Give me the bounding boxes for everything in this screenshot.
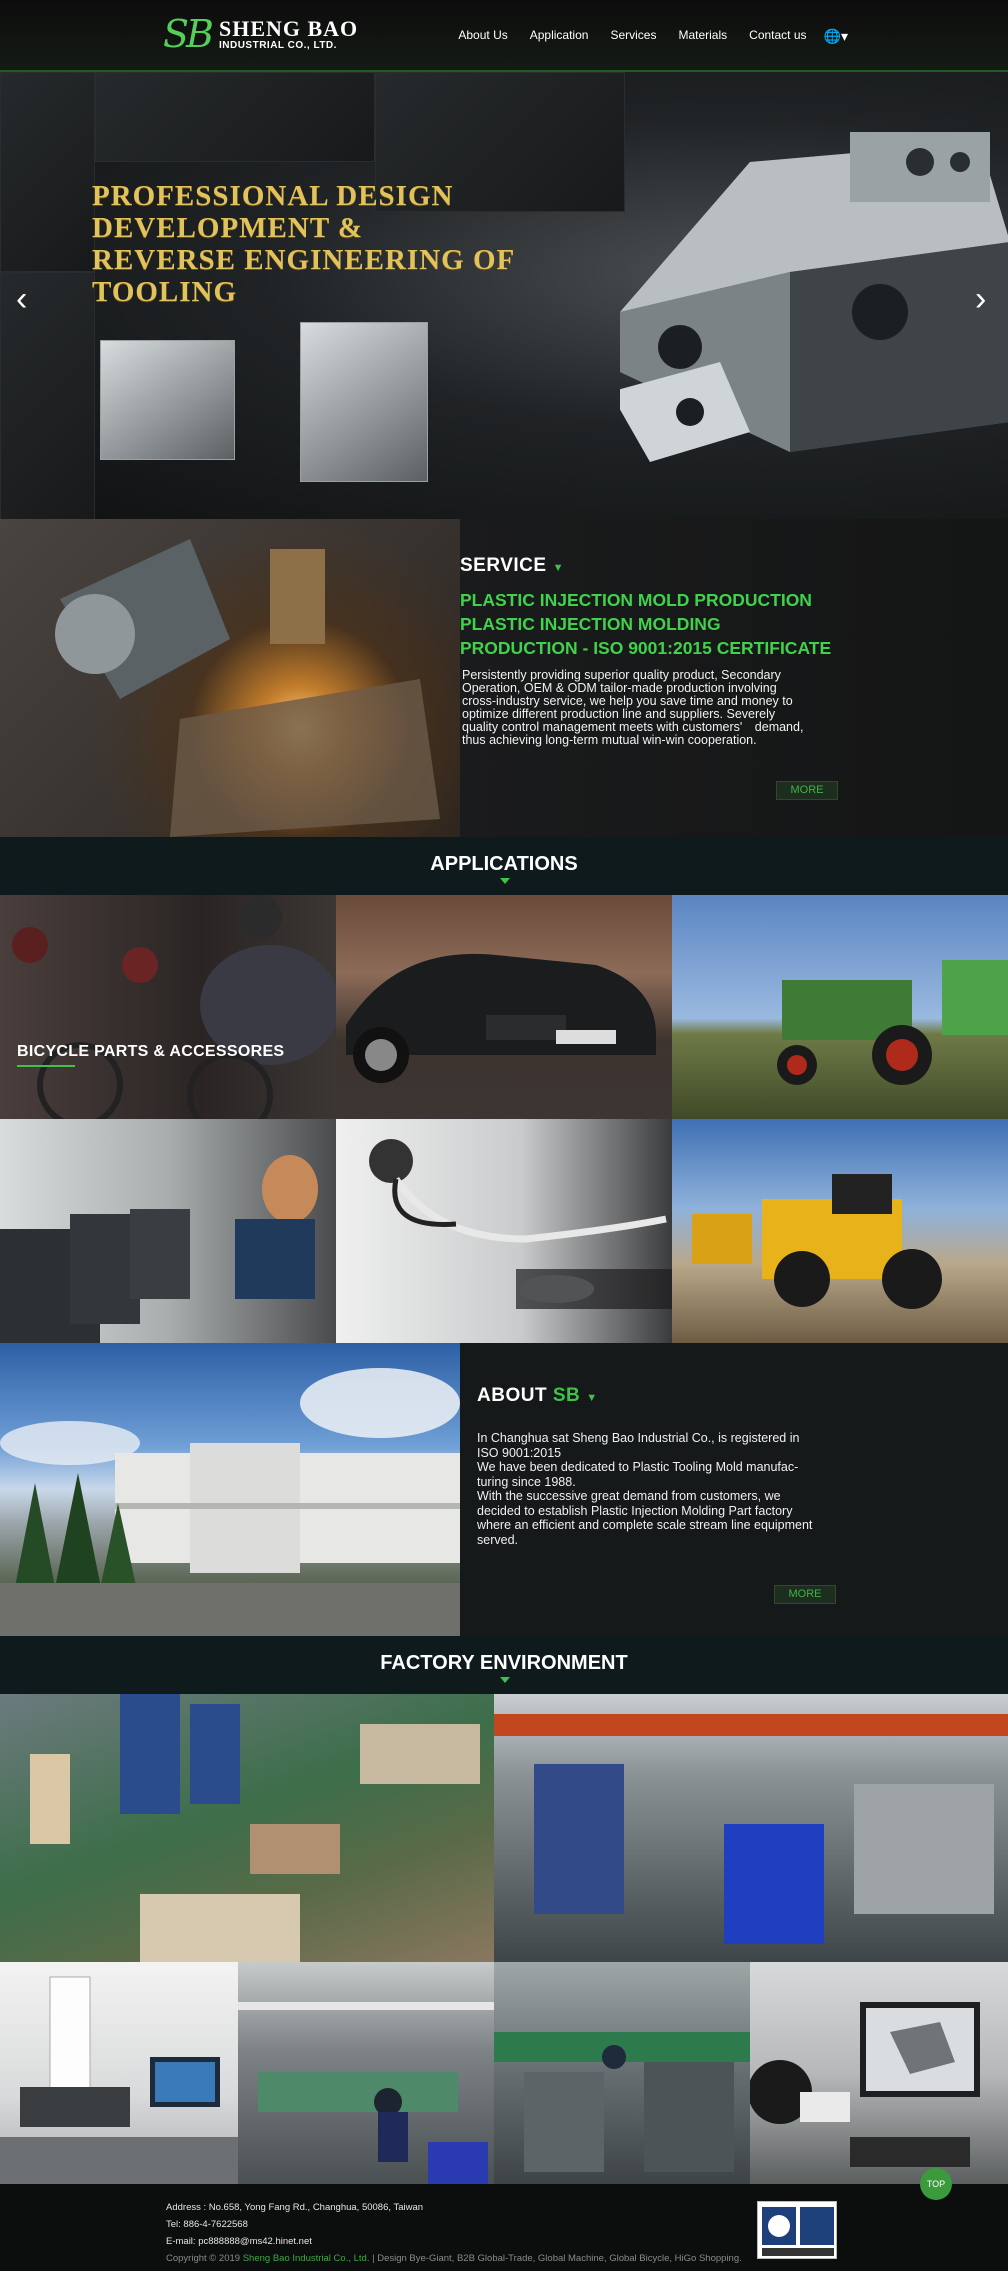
- chevron-right-icon[interactable]: ›: [975, 282, 986, 316]
- page: SB SHENG BAO INDUSTRIAL CO., LTD. About …: [0, 0, 1008, 2271]
- company-link[interactable]: Sheng Bao Industrial Co., Ltd.: [243, 2253, 370, 2264]
- logo-mark: SB: [163, 12, 214, 56]
- factory-photo-production-line[interactable]: [494, 1694, 1008, 1962]
- footer-tel: Tel: 886-4-7622568: [166, 2219, 248, 2230]
- app-tile-loader[interactable]: [672, 1119, 1008, 1343]
- logo-subtitle: INDUSTRIAL CO., LTD.: [218, 39, 337, 51]
- logo-name: SHENG BAO: [218, 15, 359, 41]
- mold-image-left: [100, 340, 235, 460]
- factory-photo-measuring-machine[interactable]: [0, 1962, 238, 2184]
- back-to-top-button[interactable]: TOP: [920, 2168, 952, 2200]
- factory-photo-warehouse[interactable]: [0, 1694, 494, 1962]
- nav-application[interactable]: Application: [519, 28, 600, 45]
- factory-gallery: [0, 1694, 1008, 2184]
- factory-photo-cad-office[interactable]: [750, 1962, 1008, 2184]
- factory-building-image: [0, 1343, 460, 1636]
- main-nav: About Us Application Services Materials …: [447, 28, 848, 45]
- factory-heading: FACTORY ENVIRONMENT: [380, 1652, 628, 1674]
- mold-image-center: [300, 322, 428, 482]
- factory-photo-workstation[interactable]: [494, 1962, 750, 2184]
- site-footer: Address : No.658, Yong Fang Rd., Changhu…: [0, 2184, 1008, 2271]
- footer-email[interactable]: E-mail: pc888888@ms42.hinet.net: [166, 2236, 312, 2247]
- nav-contact-us[interactable]: Contact us: [738, 28, 817, 45]
- about-heading: ABOUT SB ▼: [477, 1385, 598, 1406]
- service-section: SERVICE ▼ PLASTIC INJECTION MOLD PRODUCTI…: [0, 519, 1008, 837]
- globe-icon[interactable]: 🌐▾: [824, 28, 848, 45]
- site-header: SB SHENG BAO INDUSTRIAL CO., LTD. About …: [0, 0, 1008, 72]
- hero-slider: PROFESSIONAL DESIGN DEVELOPMENT & REVERS…: [0, 72, 1008, 519]
- service-heading: SERVICE ▼: [460, 555, 564, 576]
- app-tile-tractor[interactable]: [672, 895, 1008, 1119]
- app-tile-fitness[interactable]: [0, 1119, 336, 1343]
- nav-services[interactable]: Services: [599, 28, 667, 45]
- applications-grid: BICYCLE PARTS & ACCESSORES: [0, 895, 1008, 1343]
- factory-header: FACTORY ENVIRONMENT: [0, 1636, 1008, 1694]
- service-subtitle: PLASTIC INJECTION MOLD PRODUCTION PLASTI…: [460, 590, 832, 658]
- about-section: ABOUT SB ▼ In Changhua sat Sheng Bao Indu…: [0, 1343, 1008, 1636]
- caret-down-icon: ▼: [552, 562, 564, 574]
- footer-copyright: Copyright © 2019 Sheng Bao Industrial Co…: [166, 2253, 742, 2264]
- caret-down-icon: [500, 878, 510, 884]
- nav-materials[interactable]: Materials: [667, 28, 738, 45]
- app-tile-medical[interactable]: [336, 1119, 672, 1343]
- app-tile-car[interactable]: [336, 895, 672, 1119]
- label-underline: [17, 1065, 75, 1067]
- about-more-button[interactable]: MORE: [774, 1585, 836, 1604]
- factory-photo-workers[interactable]: [238, 1962, 494, 2184]
- app-tile-bicycle[interactable]: BICYCLE PARTS & ACCESSORES: [0, 895, 336, 1119]
- chevron-left-icon[interactable]: ‹: [16, 282, 27, 316]
- app-tile-label: BICYCLE PARTS & ACCESSORES: [17, 1043, 285, 1060]
- iso-certificate-badge: [757, 2201, 837, 2259]
- applications-heading: APPLICATIONS: [430, 853, 578, 875]
- applications-header: APPLICATIONS: [0, 837, 1008, 895]
- nav-about-us[interactable]: About Us: [447, 28, 518, 45]
- caret-down-icon: [500, 1677, 510, 1683]
- service-more-button[interactable]: MORE: [776, 781, 838, 800]
- logo[interactable]: SB SHENG BAO INDUSTRIAL CO., LTD.: [163, 14, 358, 54]
- tooling-block-image: [620, 132, 1008, 462]
- footer-address: Address : No.658, Yong Fang Rd., Changhu…: [166, 2202, 424, 2213]
- caret-down-icon: ▼: [586, 1392, 598, 1404]
- hero-title: PROFESSIONAL DESIGN DEVELOPMENT & REVERS…: [92, 180, 516, 308]
- service-description: Persistently providing superior quality …: [462, 668, 804, 747]
- service-machining-image: [0, 519, 460, 837]
- about-description: In Changhua sat Sheng Bao Industrial Co.…: [477, 1431, 813, 1547]
